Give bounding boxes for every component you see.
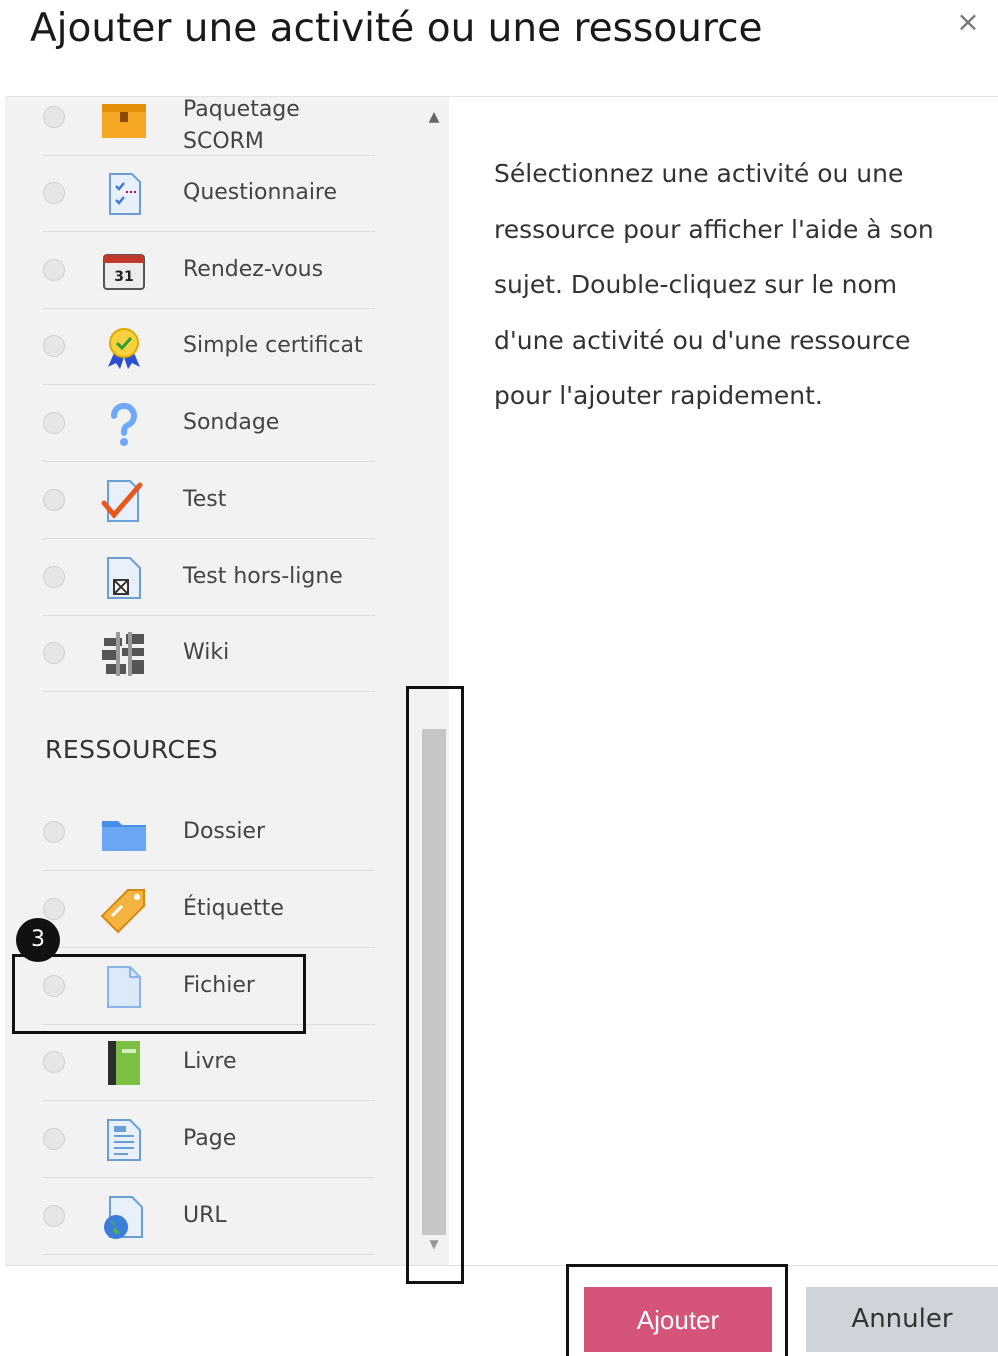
list-item-dossier[interactable]: Dossier <box>5 795 375 871</box>
list-item-sondage[interactable]: Sondage <box>5 386 375 462</box>
radio-test-hors-ligne[interactable] <box>43 566 65 588</box>
radio-wiki[interactable] <box>43 642 65 664</box>
radio-test[interactable] <box>43 489 65 511</box>
book-icon <box>100 1039 148 1087</box>
certificate-icon <box>100 323 148 371</box>
list-item-label: Test <box>183 487 227 512</box>
list-item-label: Page <box>183 1126 237 1151</box>
list-item-label: Simple certificat <box>183 333 363 358</box>
list-item-label: Paquetage SCORM <box>183 97 300 154</box>
questionnaire-icon <box>100 170 148 218</box>
url-globe-icon <box>100 1193 148 1241</box>
list-item-label: Dossier <box>183 819 266 844</box>
radio-scorm[interactable] <box>43 106 65 128</box>
dialog-title: Ajouter une activité ou une ressource <box>30 6 763 51</box>
scroll-up-arrow-icon[interactable]: ▲ <box>425 109 443 125</box>
radio-questionnaire[interactable] <box>43 182 65 204</box>
radio-sondage[interactable] <box>43 412 65 434</box>
annotation-box-scrollbar <box>406 686 464 1284</box>
question-mark-icon <box>100 400 148 448</box>
list-item-livre[interactable]: Livre <box>5 1025 375 1101</box>
scorm-package-icon <box>100 97 148 142</box>
list-item-label: Étiquette <box>183 896 284 921</box>
list-item-test-hors-ligne[interactable]: Test hors-ligne <box>5 540 375 616</box>
list-item-wiki[interactable]: Wiki <box>5 616 375 692</box>
list-item-test[interactable]: Test <box>5 463 375 539</box>
list-item-label: URL <box>183 1203 227 1228</box>
list-item-rendez-vous[interactable]: 31 Rendez-vous <box>5 233 375 309</box>
wiki-icon <box>100 630 148 678</box>
cancel-button[interactable]: Annuler <box>806 1287 998 1352</box>
list-item-questionnaire[interactable]: Questionnaire <box>5 156 375 232</box>
radio-rendez-vous[interactable] <box>43 259 65 281</box>
radio-dossier[interactable] <box>43 821 65 843</box>
radio-livre[interactable] <box>43 1051 65 1073</box>
folder-icon <box>100 809 148 857</box>
step-badge: 3 <box>16 918 60 962</box>
list-item-url[interactable]: URL <box>5 1179 375 1255</box>
list-item-label: Rendez-vous <box>183 257 324 282</box>
list-item-label: Test hors-ligne <box>183 564 343 589</box>
quiz-checkmark-icon <box>100 477 148 525</box>
list-item-scorm[interactable]: Paquetage SCORM <box>5 97 375 156</box>
list-item-etiquette[interactable]: Étiquette <box>5 872 375 948</box>
radio-etiquette[interactable] <box>43 898 65 920</box>
list-item-label: Wiki <box>183 640 230 665</box>
help-text: Sélectionnez une activité ou une ressour… <box>494 159 934 410</box>
annotation-box-add-button <box>566 1264 788 1356</box>
module-list[interactable]: Paquetage SCORM Questionnaire 31 Rendez-… <box>5 97 449 1265</box>
label-tag-icon <box>100 886 148 934</box>
section-title-resources: RESSOURCES <box>45 735 219 764</box>
page-icon <box>100 1116 148 1164</box>
radio-simple-certificat[interactable] <box>43 335 65 357</box>
close-icon[interactable]: × <box>954 6 982 38</box>
list-item-label: Questionnaire <box>183 180 338 205</box>
list-item-label: Livre <box>183 1049 237 1074</box>
list-item-label: Sondage <box>183 410 280 435</box>
list-item-simple-certificat[interactable]: Simple certificat <box>5 309 375 385</box>
offline-quiz-icon <box>100 554 148 602</box>
footer-divider <box>5 1265 998 1266</box>
calendar-icon: 31 <box>100 247 148 295</box>
svg-text:31: 31 <box>114 269 133 285</box>
radio-page[interactable] <box>43 1128 65 1150</box>
list-item-page[interactable]: Page <box>5 1102 375 1178</box>
radio-url[interactable] <box>43 1205 65 1227</box>
annotation-box-fichier <box>12 954 306 1034</box>
